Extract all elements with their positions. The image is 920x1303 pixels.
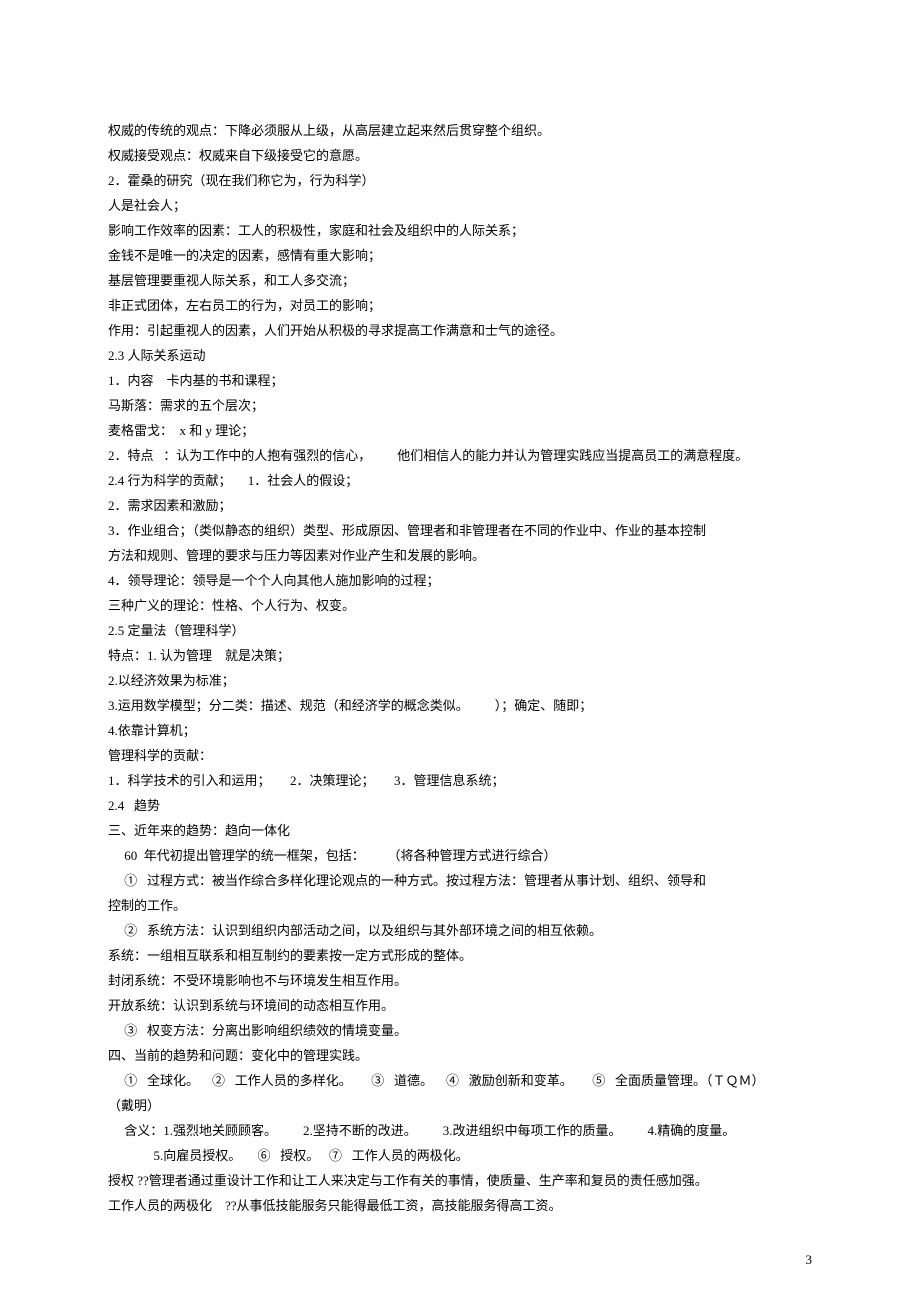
text-line: 特点：1. 认为管理 就是决策； — [108, 643, 812, 668]
text-line: 4．领导理论：领导是一个个人向其他人施加影响的过程； — [108, 568, 812, 593]
text-line: 权威的传统的观点：下降必须服从上级，从高层建立起来然后贯穿整个组织。 — [108, 118, 812, 143]
text-line: 人是社会人； — [108, 193, 812, 218]
text-line: 2．特点 ：认为工作中的人抱有强烈的信心， 他们相信人的能力并认为管理实践应当提… — [108, 443, 812, 468]
text-line: 2.5 定量法（管理科学） — [108, 618, 812, 643]
text-line: 权威接受观点：权威来自下级接受它的意愿。 — [108, 143, 812, 168]
text-line: 3．作业组合；（类似静态的组织）类型、形成原因、管理者和非管理者在不同的作业中、… — [108, 518, 812, 543]
text-line: 方法和规则、管理的要求与压力等因素对作业产生和发展的影响。 — [108, 543, 812, 568]
text-line: 作用：引起重视人的因素，人们开始从积极的寻求提高工作满意和士气的途径。 — [108, 318, 812, 343]
text-line: 开放系统：认识到系统与环境间的动态相互作用。 — [108, 993, 812, 1018]
text-line: 2．霍桑的研究（现在我们称它为，行为科学） — [108, 168, 812, 193]
text-line: 封闭系统：不受环境影响也不与环境发生相互作用。 — [108, 968, 812, 993]
text-line: （戴明） — [108, 1093, 812, 1118]
text-line: 金钱不是唯一的决定的因素，感情有重大影响； — [108, 243, 812, 268]
text-line: 非正式团体，左右员工的行为，对员工的影响； — [108, 293, 812, 318]
text-line: 1．科学技术的引入和运用； 2．决策理论； 3．管理信息系统； — [108, 768, 812, 793]
text-line: 2．需求因素和激励； — [108, 493, 812, 518]
text-line: 3.运用数学模型；分二类：描述、规范（和经济学的概念类似。 ）；确定、随即； — [108, 693, 812, 718]
text-line: 马斯落：需求的五个层次； — [108, 393, 812, 418]
text-line: 2.4 行为科学的贡献； 1．社会人的假设； — [108, 468, 812, 493]
text-line: 2.4 趋势 — [108, 793, 812, 818]
text-line: ② 系统方法：认识到组织内部活动之间，以及组织与其外部环境之间的相互依赖。 — [108, 918, 812, 943]
text-line: 系统：一组相互联系和相互制约的要素按一定方式形成的整体。 — [108, 943, 812, 968]
text-line: 三、近年来的趋势：趋向一体化 — [108, 818, 812, 843]
text-line: 5.向雇员授权。 ⑥ 授权。 ⑦ 工作人员的两极化。 — [108, 1143, 812, 1168]
text-line: 授权 ??管理者通过重设计工作和让工人来决定与工作有关的事情，使质量、生产率和复… — [108, 1168, 812, 1193]
text-line: 4.依靠计算机； — [108, 718, 812, 743]
text-line: 四、当前的趋势和问题：变化中的管理实践。 — [108, 1043, 812, 1068]
text-line: 影响工作效率的因素：工人的积极性，家庭和社会及组织中的人际关系； — [108, 218, 812, 243]
text-line: 60 年代初提出管理学的统一框架，包括： （将各种管理方式进行综合） — [108, 843, 812, 868]
text-line: 2.3 人际关系运动 — [108, 343, 812, 368]
text-line: 三种广义的理论：性格、个人行为、权变。 — [108, 593, 812, 618]
text-line: 1．内容 卡内基的书和课程； — [108, 368, 812, 393]
text-line: 工作人员的两极化 ??从事低技能服务只能得最低工资，高技能服务得高工资。 — [108, 1193, 812, 1218]
text-line: ① 全球化。 ② 工作人员的多样化。 ③ 道德。 ④ 激励创新和变革。 ⑤ 全面… — [108, 1068, 812, 1093]
text-line: ① 过程方式：被当作综合多样化理论观点的一种方式。按过程方法：管理者从事计划、组… — [108, 868, 812, 893]
text-line: 基层管理要重视人际关系，和工人多交流； — [108, 268, 812, 293]
text-line: 2.以经济效果为标准； — [108, 668, 812, 693]
text-line: ③ 权变方法：分离出影响组织绩效的情境变量。 — [108, 1018, 812, 1043]
document-body: 权威的传统的观点：下降必须服从上级，从高层建立起来然后贯穿整个组织。权威接受观点… — [108, 118, 812, 1218]
text-line: 管理科学的贡献： — [108, 743, 812, 768]
page-number: 3 — [806, 1252, 813, 1268]
text-line: 含义：1.强烈地关顾顾客。 2.坚持不断的改进。 3.改进组织中每项工作的质量。… — [108, 1118, 812, 1143]
text-line: 控制的工作。 — [108, 893, 812, 918]
text-line: 麦格雷戈： x 和 y 理论； — [108, 418, 812, 443]
